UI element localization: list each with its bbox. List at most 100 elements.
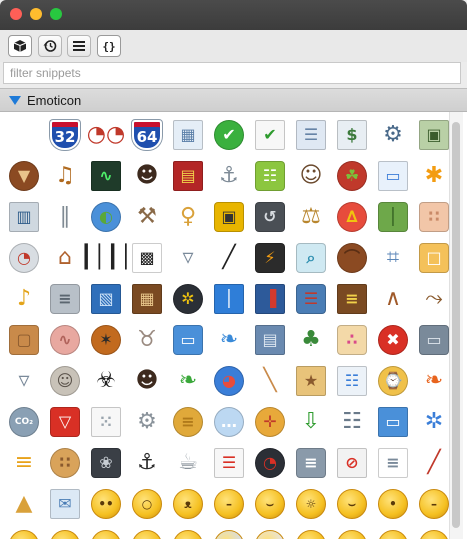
snippet-cell[interactable]: ☰ <box>290 278 331 319</box>
snippet-cell[interactable]: ♣ <box>290 319 331 360</box>
snippet-cell[interactable]: ☺ <box>44 360 85 401</box>
snippet-cell[interactable]: ★ <box>290 360 331 401</box>
snippet-cell[interactable]: ☻ <box>126 360 167 401</box>
snippet-cell[interactable]: ▤ <box>167 155 208 196</box>
snippet-cell[interactable]: ♪ <box>3 278 44 319</box>
snippet-cell[interactable]: ⌣ <box>331 483 372 524</box>
snippet-cell[interactable]: ⌣ <box>249 483 290 524</box>
snippet-cell[interactable]: ◔ <box>249 442 290 483</box>
snippet-cell[interactable]: ▧ <box>85 278 126 319</box>
snippet-cell[interactable]: ▭ <box>413 319 454 360</box>
snippet-cell[interactable]: ▬ <box>3 524 44 539</box>
snippet-cell[interactable]: ☰ <box>208 442 249 483</box>
snippet-cell[interactable]: ⚙ <box>372 114 413 155</box>
snippet-cell[interactable]: ✲ <box>167 278 208 319</box>
snippet-cell[interactable]: – <box>413 483 454 524</box>
snippet-cell[interactable]: ❧ <box>413 360 454 401</box>
snippet-cell[interactable]: ≡ <box>331 278 372 319</box>
snippet-cell[interactable]: ≡ <box>167 401 208 442</box>
snippet-cell[interactable]: $ <box>331 114 372 155</box>
snippet-cell[interactable]: ▭ <box>167 319 208 360</box>
maximize-window-button[interactable] <box>50 8 62 20</box>
tab-list[interactable] <box>67 35 91 57</box>
snippet-cell[interactable]: ♀ <box>167 196 208 237</box>
snippet-cell[interactable]: ☷ <box>331 360 372 401</box>
snippet-cell[interactable]: ◡ <box>331 524 372 539</box>
snippet-cell[interactable]: ▼ <box>3 155 44 196</box>
snippet-cell[interactable]: ≡ <box>3 442 44 483</box>
snippet-cell[interactable]: ⚓ <box>208 155 249 196</box>
snippet-cell[interactable]: ○ <box>44 524 85 539</box>
snippet-cell[interactable]: ☣ <box>85 360 126 401</box>
snippet-cell[interactable]: ☼ <box>290 483 331 524</box>
snippet-cell[interactable]: ◠ <box>126 524 167 539</box>
disclosure-triangle-icon[interactable] <box>9 96 21 105</box>
snippet-cell[interactable]: ○ <box>126 483 167 524</box>
scrollbar-thumb[interactable] <box>452 122 460 528</box>
snippet-cell[interactable]: ✉ <box>44 483 85 524</box>
snippet-cell[interactable]: ╲ <box>249 360 290 401</box>
snippet-cell[interactable]: ∷ <box>413 196 454 237</box>
snippet-cell[interactable]: ☷ <box>249 155 290 196</box>
snippet-cell[interactable]: ▲ <box>3 483 44 524</box>
snippet-cell[interactable]: ▤ <box>249 319 290 360</box>
snippet-cell[interactable]: ⊘ <box>331 442 372 483</box>
snippet-cell[interactable]: ▽ <box>44 401 85 442</box>
snippet-cell[interactable]: 64 <box>126 114 167 155</box>
snippet-cell[interactable]: ⚙ <box>126 401 167 442</box>
snippet-cell[interactable]: ▥ <box>3 196 44 237</box>
snippet-cell[interactable]: ▭ <box>372 401 413 442</box>
snippet-cell[interactable]: │ <box>208 278 249 319</box>
snippet-cell[interactable]: ≡ <box>44 278 85 319</box>
snippet-cell[interactable]: ❀ <box>85 442 126 483</box>
snippet-cell[interactable]: ≡ <box>372 524 413 539</box>
snippet-cell[interactable]: ⚖ <box>290 196 331 237</box>
tab-components[interactable] <box>8 35 32 57</box>
snippet-cell[interactable]: ⌒ <box>331 237 372 278</box>
vertical-scrollbar[interactable] <box>449 112 463 539</box>
snippet-cell[interactable]: •• <box>85 483 126 524</box>
snippet-cell[interactable]: ⁙ <box>85 401 126 442</box>
snippet-cell[interactable]: ⚡ <box>249 237 290 278</box>
snippet-cell[interactable]: 32 <box>44 114 85 155</box>
snippet-cell[interactable]: ♉ <box>126 319 167 360</box>
close-window-button[interactable] <box>10 8 22 20</box>
snippet-cell[interactable]: ⚒ <box>126 196 167 237</box>
snippet-cell[interactable]: ○ <box>167 524 208 539</box>
snippet-cell[interactable]: ☰ <box>290 114 331 155</box>
snippet-cell[interactable]: ✔ <box>208 114 249 155</box>
snippet-cell[interactable]: ▭ <box>413 524 454 539</box>
snippet-cell[interactable]: ▿ <box>3 360 44 401</box>
snippet-cell[interactable]: ◔◔ <box>85 114 126 155</box>
snippet-cell[interactable]: … <box>208 401 249 442</box>
snippet-cell[interactable]: ✛ <box>249 401 290 442</box>
snippet-cell[interactable]: ▐ <box>249 278 290 319</box>
snippet-cell[interactable]: CO₂ <box>3 401 44 442</box>
snippet-cell[interactable]: ▩ <box>126 237 167 278</box>
snippet-cell[interactable]: ⌗ <box>372 237 413 278</box>
snippet-cell[interactable]: │ <box>372 196 413 237</box>
snippet-cell[interactable]: ☷ <box>331 401 372 442</box>
snippet-cell[interactable]: ↺ <box>249 196 290 237</box>
snippet-cell[interactable]: – <box>208 483 249 524</box>
snippet-cell[interactable]: ⌣ <box>249 524 290 539</box>
snippet-cell[interactable]: ╱ <box>208 237 249 278</box>
snippet-cell[interactable]: ⤳ <box>413 278 454 319</box>
snippet-cell[interactable]: • <box>290 524 331 539</box>
minimize-window-button[interactable] <box>30 8 42 20</box>
snippet-cell[interactable]: ∷ <box>44 442 85 483</box>
snippet-cell[interactable]: ▣ <box>413 114 454 155</box>
snippet-cell[interactable]: ⇩ <box>290 401 331 442</box>
section-header-emoticon[interactable]: Emoticon <box>0 88 467 112</box>
snippet-cell[interactable]: ✔ <box>249 114 290 155</box>
snippet-cell[interactable]: ∧ <box>372 278 413 319</box>
snippet-cell[interactable]: ∴ <box>331 319 372 360</box>
snippet-cell[interactable]: ᴥ <box>167 483 208 524</box>
snippet-cell[interactable]: ▦ <box>167 114 208 155</box>
snippet-cell[interactable]: ☻ <box>126 155 167 196</box>
snippet-cell[interactable]: ▿ <box>167 237 208 278</box>
filter-snippets-input[interactable] <box>3 62 461 84</box>
snippet-cell[interactable]: ∥ <box>44 196 85 237</box>
snippet-cell[interactable]: ∿ <box>44 319 85 360</box>
tab-json[interactable]: {} <box>97 35 121 57</box>
